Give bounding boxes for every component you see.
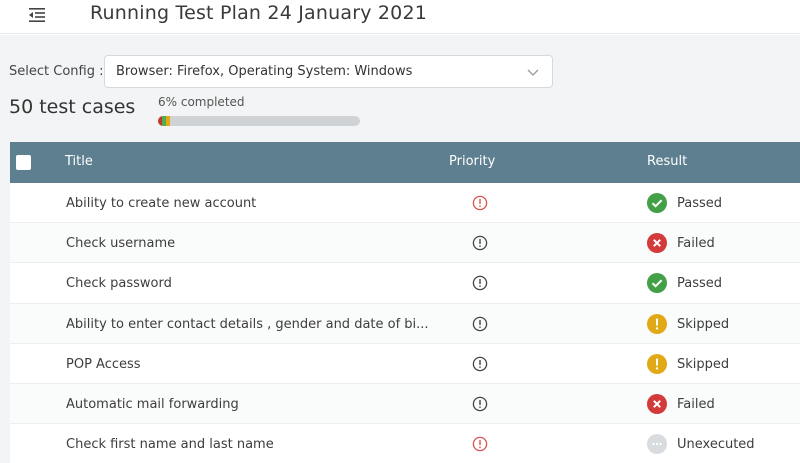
chevron-down-icon: [526, 64, 540, 78]
column-header-result[interactable]: Result: [647, 154, 687, 169]
table-row[interactable]: Check first name and last name Unexecuted: [10, 424, 800, 463]
config-selected-value: Browser: Firefox, Operating System: Wind…: [116, 64, 413, 79]
exclamation-circle-icon: [647, 313, 667, 334]
x-circle-icon: [647, 393, 667, 414]
priority-normal-icon: [472, 235, 488, 251]
table-row[interactable]: Ability to enter contact details , gende…: [10, 303, 800, 344]
test-case-title[interactable]: Ability to create new account: [66, 196, 436, 211]
top-bar: Running Test Plan 24 January 2021: [0, 0, 800, 34]
priority-normal-icon: [472, 316, 488, 332]
x-circle-icon: [647, 233, 667, 254]
test-case-title[interactable]: Check first name and last name: [66, 437, 436, 452]
result-status: Failed: [677, 396, 715, 412]
table-row[interactable]: POP Access Skipped: [10, 343, 800, 384]
table-row[interactable]: Check username Failed: [10, 223, 800, 264]
test-case-title[interactable]: Check password: [66, 276, 436, 291]
test-case-title[interactable]: Ability to enter contact details , gende…: [66, 317, 436, 332]
priority-normal-icon: [472, 396, 488, 412]
menu-collapse-icon[interactable]: [26, 6, 48, 24]
check-circle-icon: [647, 273, 667, 294]
test-case-list: Ability to create new account Passed Check…: [10, 183, 800, 463]
column-header-priority[interactable]: Priority: [449, 154, 495, 169]
test-case-title[interactable]: Check username: [66, 236, 436, 251]
select-all-checkbox[interactable]: [16, 155, 31, 170]
progress-label: 6% completed: [158, 95, 245, 109]
priority-normal-icon: [472, 356, 488, 372]
priority-high-icon: [472, 436, 488, 452]
priority-high-icon: [472, 195, 488, 211]
result-status: Passed: [677, 196, 723, 211]
result-status: Skipped: [677, 316, 730, 332]
test-case-title[interactable]: Automatic mail forwarding: [66, 397, 436, 412]
result-status: Skipped: [677, 356, 730, 372]
test-case-title[interactable]: POP Access: [66, 357, 436, 372]
column-header-title[interactable]: Title: [65, 154, 93, 169]
progress-bar: [158, 116, 360, 126]
result-status: Unexecuted: [677, 437, 755, 453]
result-status: Failed: [677, 236, 715, 252]
page-title: Running Test Plan 24 January 2021: [90, 2, 428, 24]
test-case-count: 50 test cases: [9, 96, 136, 118]
result-status: Passed: [677, 276, 723, 292]
priority-normal-icon: [472, 275, 488, 291]
progress-segment-skipped: [166, 116, 171, 126]
table-row[interactable]: Automatic mail forwarding Failed: [10, 383, 800, 425]
check-circle-icon: [647, 193, 667, 213]
table-row[interactable]: Check password Passed: [10, 263, 800, 304]
select-config-label: Select Config :: [9, 64, 104, 79]
ellipsis-circle-icon: [647, 434, 667, 455]
table-header: Title Priority Result: [10, 142, 800, 183]
config-dropdown[interactable]: Browser: Firefox, Operating System: Wind…: [104, 55, 553, 88]
exclamation-circle-icon: [647, 353, 667, 374]
table-row[interactable]: Ability to create new account Passed: [10, 183, 800, 224]
